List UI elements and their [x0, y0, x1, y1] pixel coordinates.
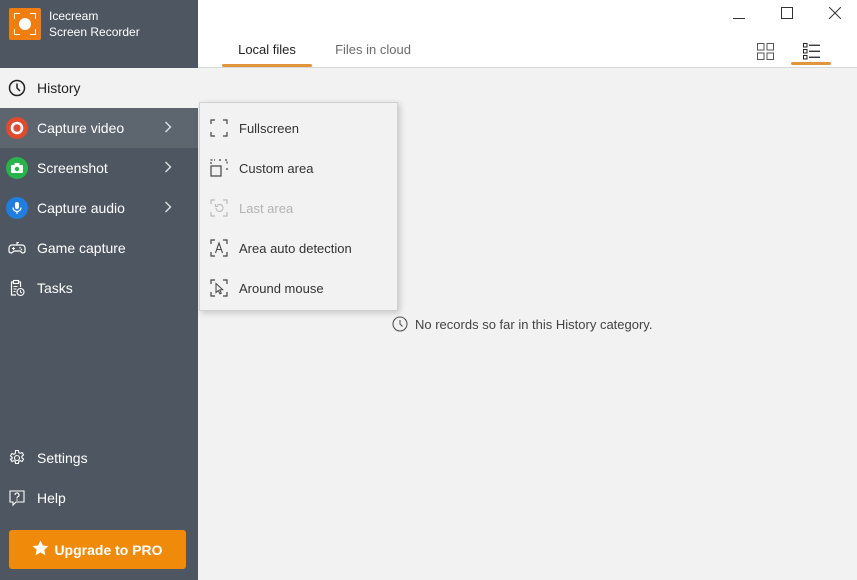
sidebar-item-screenshot[interactable]: Screenshot: [0, 148, 198, 188]
empty-state-text: No records so far in this History catego…: [415, 316, 653, 332]
capture-video-submenu: Fullscreen Custom area Last area Area au…: [199, 102, 398, 311]
upgrade-label: Upgrade to PRO: [54, 541, 163, 558]
sidebar-item-label: Screenshot: [37, 160, 108, 176]
maximize-icon: [781, 7, 793, 19]
sidebar-item-label: Tasks: [37, 280, 73, 296]
camera-icon: [6, 157, 28, 179]
auto-detect-icon: [209, 238, 229, 258]
sidebar-item-label: Help: [37, 490, 66, 506]
grid-view-icon: [756, 42, 774, 60]
minimize-icon: [733, 18, 745, 19]
menu-item-fullscreen[interactable]: Fullscreen: [200, 108, 397, 148]
menu-item-custom-area[interactable]: Custom area: [200, 148, 397, 188]
app-title: Icecream Screen Recorder: [49, 8, 140, 40]
menu-item-label: Around mouse: [239, 280, 324, 296]
tab-files-in-cloud[interactable]: Files in cloud: [328, 40, 418, 68]
empty-state-message: No records so far in this History catego…: [392, 316, 652, 332]
chevron-right-icon: [164, 160, 178, 176]
sidebar-item-tasks[interactable]: Tasks: [0, 268, 198, 308]
sidebar-item-history[interactable]: History: [0, 68, 198, 108]
record-icon: [6, 117, 28, 139]
minimize-button[interactable]: [716, 0, 762, 26]
list-view-button[interactable]: [791, 36, 831, 66]
sidebar-item-label: Capture video: [37, 120, 125, 136]
sidebar-item-capture-audio[interactable]: Capture audio: [0, 188, 198, 228]
menu-item-last-area[interactable]: Last area: [200, 188, 397, 228]
tab-label: Files in cloud: [335, 42, 411, 57]
chevron-right-icon: [164, 120, 178, 136]
menu-item-label: Fullscreen: [239, 120, 299, 136]
fullscreen-icon: [209, 118, 229, 138]
sidebar: Icecream Screen Recorder History Capture…: [0, 0, 198, 580]
list-view-icon: [802, 42, 820, 59]
tasks-icon: [6, 277, 28, 299]
app-title-line2: Screen Recorder: [49, 25, 140, 39]
clock-icon: [392, 316, 408, 332]
tab-local-files[interactable]: Local files: [222, 40, 312, 68]
app-logo-icon: [9, 8, 41, 40]
sidebar-item-label: Game capture: [37, 240, 126, 256]
around-mouse-icon: [209, 278, 229, 298]
sidebar-item-label: History: [37, 80, 81, 96]
grid-view-button[interactable]: [745, 36, 785, 66]
custom-area-icon: [209, 158, 229, 178]
tab-active-indicator: [222, 64, 312, 67]
menu-item-label: Area auto detection: [239, 240, 352, 256]
help-icon: [6, 487, 28, 509]
menu-item-label: Custom area: [239, 160, 314, 176]
chevron-right-icon: [164, 200, 178, 216]
sidebar-item-game-capture[interactable]: Game capture: [0, 228, 198, 268]
menu-item-area-auto-detection[interactable]: Area auto detection: [200, 228, 397, 268]
sidebar-item-label: Capture audio: [37, 200, 125, 216]
microphone-icon: [6, 197, 28, 219]
maximize-button[interactable]: [764, 0, 810, 26]
upgrade-to-pro-button[interactable]: Upgrade to PRO: [9, 530, 186, 569]
clock-icon: [6, 77, 28, 99]
tab-label: Local files: [238, 42, 296, 57]
sidebar-item-label: Settings: [37, 450, 88, 466]
top-bar: Local files Files in cloud: [198, 0, 857, 68]
last-area-icon: [209, 198, 229, 218]
close-icon: [829, 7, 841, 19]
close-button[interactable]: [812, 0, 857, 26]
app-title-line1: Icecream: [49, 9, 99, 23]
sidebar-item-settings[interactable]: Settings: [0, 438, 198, 478]
gear-icon: [6, 447, 28, 469]
gamepad-icon: [6, 237, 28, 259]
star-icon: [32, 540, 49, 559]
sidebar-item-capture-video[interactable]: Capture video: [0, 108, 198, 148]
menu-item-around-mouse[interactable]: Around mouse: [200, 268, 397, 308]
view-active-indicator: [791, 62, 831, 65]
menu-item-label: Last area: [239, 200, 294, 216]
sidebar-item-help[interactable]: Help: [0, 478, 198, 518]
